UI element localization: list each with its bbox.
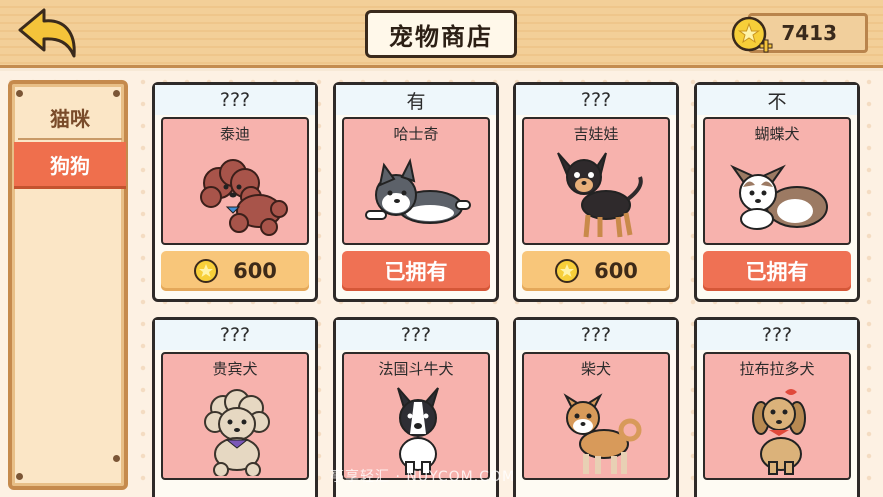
pet-name: 蝴蝶犬 — [754, 125, 800, 143]
tab-dogs[interactable]: 狗狗 — [14, 142, 126, 186]
pet-card-papillon[interactable]: 不 蝴蝶犬 已拥有 — [694, 82, 860, 302]
pet-card-teddy[interactable]: ??? 泰迪 600 — [152, 82, 318, 302]
pet-name: 哈士奇 — [393, 125, 439, 143]
chihuahua-icon — [557, 152, 643, 238]
husky-icon — [365, 157, 471, 224]
french-bulldog-icon — [397, 387, 439, 475]
pet-portrait: 柴犬 — [522, 352, 670, 480]
nail-decoration — [113, 455, 120, 462]
nail-decoration — [16, 473, 23, 480]
pet-card-chihuahua[interactable]: ??? 吉娃娃 600 — [513, 82, 679, 302]
pet-name: 法国斗牛犬 — [378, 360, 454, 378]
pet-portrait: 蝴蝶犬 — [703, 117, 851, 245]
card-header: ??? — [697, 320, 857, 350]
back-button[interactable] — [14, 6, 80, 62]
papillon-icon — [730, 164, 828, 230]
watermark: 亭享轻汇 · NUYCOM.COM — [330, 469, 516, 485]
page-title: 宠物商店 — [365, 10, 517, 58]
pet-portrait: 法国斗牛犬 — [342, 352, 490, 480]
pet-portrait: 吉娃娃 — [522, 117, 670, 245]
poodle-icon — [204, 389, 270, 476]
pet-portrait: 哈士奇 — [342, 117, 490, 245]
pet-portrait: 贵宾犬 — [161, 352, 309, 480]
labrador-icon — [752, 389, 806, 475]
buy-button[interactable]: 600 — [161, 251, 309, 291]
card-header: 不 — [697, 85, 857, 115]
coin-icon — [194, 259, 219, 283]
coin-count: 7413 — [781, 21, 837, 45]
owned-button[interactable]: 已拥有 — [703, 251, 851, 291]
buy-button[interactable]: 600 — [522, 251, 670, 291]
card-header: ??? — [516, 85, 676, 115]
coin-icon — [555, 259, 580, 283]
pet-card-husky[interactable]: 有 哈士奇 已拥有 — [333, 82, 499, 302]
pet-card-poodle[interactable]: ??? 贵宾犬 — [152, 317, 318, 497]
pet-name: 柴犬 — [580, 360, 611, 378]
pet-card-shiba[interactable]: ??? 柴犬 — [513, 317, 679, 497]
owned-button[interactable]: 已拥有 — [342, 251, 490, 291]
pet-name: 拉布拉多犬 — [739, 360, 815, 378]
toy-poodle-icon — [200, 159, 288, 236]
pet-name: 贵宾犬 — [212, 360, 258, 378]
card-header: ??? — [155, 85, 315, 115]
pet-name: 泰迪 — [219, 125, 250, 143]
price-label: 600 — [594, 259, 638, 283]
pet-card-labrador[interactable]: ??? 拉布拉多犬 — [694, 317, 860, 497]
card-header: ??? — [336, 320, 496, 350]
pet-portrait: 泰迪 — [161, 117, 309, 245]
shiba-icon — [563, 393, 642, 474]
pet-name: 吉娃娃 — [573, 125, 619, 143]
card-header: ??? — [516, 320, 676, 350]
pet-portrait: 拉布拉多犬 — [703, 352, 851, 480]
card-header: 有 — [336, 85, 496, 115]
coin-plus-icon — [731, 16, 773, 53]
tab-cats[interactable]: 猫咪 — [18, 96, 122, 140]
add-coins-button[interactable] — [730, 14, 774, 58]
card-header: ??? — [155, 320, 315, 350]
category-panel: 猫咪 狗狗 — [8, 80, 128, 490]
back-arrow-icon — [18, 8, 76, 58]
price-label: 600 — [233, 259, 277, 283]
